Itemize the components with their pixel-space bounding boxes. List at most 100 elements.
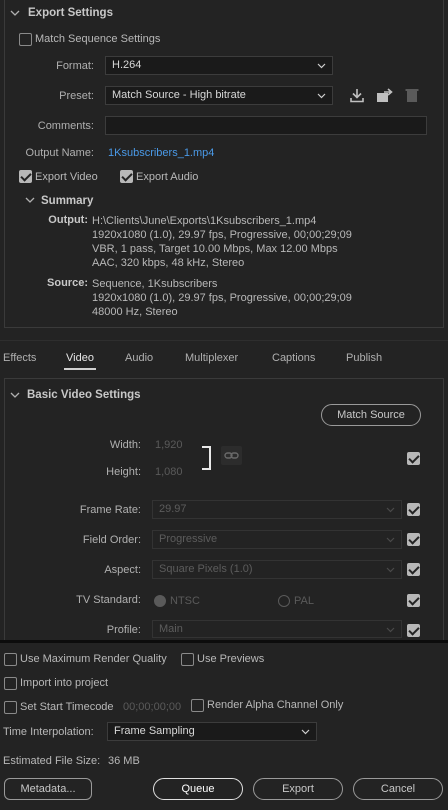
chevron-down-icon[interactable] xyxy=(25,197,35,205)
chevron-down-icon xyxy=(301,729,310,735)
summary-output-line: VBR, 1 pass, Target 10.00 Mbps, Max 12.0… xyxy=(92,243,338,255)
use-previews-label: Use Previews xyxy=(197,653,265,665)
match-sequence-checkbox[interactable] xyxy=(19,33,32,46)
use-previews-checkbox[interactable] xyxy=(181,653,194,666)
tabs-divider xyxy=(0,340,448,341)
tab-audio[interactable]: Audio xyxy=(125,352,153,364)
format-label: Format: xyxy=(56,60,94,72)
time-interpolation-label: Time Interpolation: xyxy=(3,726,94,738)
chevron-down-icon xyxy=(386,537,395,543)
summary-source-lines: Sequence, 1Ksubscribers 1920x1080 (1.0),… xyxy=(92,277,352,319)
delete-preset-icon[interactable] xyxy=(405,88,419,103)
chevron-down-icon xyxy=(386,627,395,633)
tv-standard-label: TV Standard: xyxy=(76,594,141,606)
summary-source-label: Source: xyxy=(47,277,88,289)
output-name-link[interactable]: 1Ksubscribers_1.mp4 xyxy=(108,147,214,159)
pal-radio[interactable] xyxy=(278,595,290,607)
preset-dropdown[interactable]: Match Source - High bitrate xyxy=(105,86,333,105)
tab-multiplexer[interactable]: Multiplexer xyxy=(185,352,238,364)
chevron-down-icon xyxy=(317,63,326,69)
pal-label: PAL xyxy=(294,595,314,607)
profile-label: Profile: xyxy=(106,624,141,636)
height-value[interactable]: 1,080 xyxy=(155,466,183,478)
profile-value: Main xyxy=(159,623,183,635)
export-audio-label: Export Audio xyxy=(136,171,199,183)
max-render-quality-checkbox[interactable] xyxy=(4,653,17,666)
width-value[interactable]: 1,920 xyxy=(155,439,183,451)
field-order-dropdown[interactable]: Progressive xyxy=(152,530,402,549)
frame-rate-value: 29.97 xyxy=(159,503,187,515)
chevron-down-icon[interactable] xyxy=(10,392,20,400)
queue-button[interactable]: Queue xyxy=(153,778,243,800)
estimated-size-label: Estimated File Size: xyxy=(3,755,101,767)
match-sequence-label: Match Sequence Settings xyxy=(35,33,161,45)
aspect-checkbox[interactable] xyxy=(407,563,420,576)
field-order-value: Progressive xyxy=(159,533,218,545)
import-project-label: Import into project xyxy=(20,677,109,689)
summary-source-line: 1920x1080 (1.0), 29.97 fps, Progressive,… xyxy=(92,292,352,304)
ntsc-radio[interactable] xyxy=(154,595,166,607)
summary-title: Summary xyxy=(41,195,94,207)
summary-output-line: H:\Clients\June\Exports\1Ksubscribers_1.… xyxy=(92,215,317,227)
profile-checkbox[interactable] xyxy=(407,624,420,637)
link-icon[interactable] xyxy=(221,446,242,465)
scroll-divider xyxy=(0,640,448,643)
chevron-down-icon xyxy=(386,567,395,573)
summary-output-lines: H:\Clients\June\Exports\1Ksubscribers_1.… xyxy=(92,214,352,270)
height-label: Height: xyxy=(106,466,141,478)
chevron-down-icon xyxy=(386,507,395,513)
width-label: Width: xyxy=(109,439,141,451)
aspect-dropdown[interactable]: Square Pixels (1.0) xyxy=(152,560,402,579)
output-name-label: Output Name: xyxy=(25,147,94,159)
export-button[interactable]: Export xyxy=(253,778,343,800)
comments-label: Comments: xyxy=(37,120,94,132)
chevron-down-icon[interactable] xyxy=(10,10,20,18)
render-alpha-checkbox[interactable] xyxy=(191,699,204,712)
summary-source-line: 48000 Hz, Stereo xyxy=(92,306,178,318)
export-audio-checkbox[interactable] xyxy=(120,170,133,183)
format-value: H.264 xyxy=(112,59,142,71)
save-preset-icon[interactable] xyxy=(376,88,394,103)
import-project-checkbox[interactable] xyxy=(4,677,17,690)
time-interpolation-dropdown[interactable]: Frame Sampling xyxy=(107,722,317,741)
field-order-label: Field Order: xyxy=(82,534,141,546)
aspect-value: Square Pixels (1.0) xyxy=(159,563,253,575)
summary-output-line: AAC, 320 kbps, 48 kHz, Stereo xyxy=(92,257,245,269)
summary-output-label: Output: xyxy=(48,214,88,226)
comments-input[interactable] xyxy=(105,116,427,135)
tab-video[interactable]: Video xyxy=(64,352,96,370)
export-video-checkbox[interactable] xyxy=(19,170,32,183)
tab-publish[interactable]: Publish xyxy=(346,352,382,364)
set-start-timecode-checkbox[interactable] xyxy=(4,701,17,714)
import-preset-icon[interactable] xyxy=(349,88,365,103)
start-timecode-field[interactable]: 00;00;00;00 xyxy=(123,701,181,713)
preset-label: Preset: xyxy=(59,90,94,102)
preset-value: Match Source - High bitrate xyxy=(112,89,246,101)
chevron-down-icon xyxy=(317,93,326,99)
match-source-button[interactable]: Match Source xyxy=(321,404,421,426)
profile-dropdown[interactable]: Main xyxy=(152,620,402,638)
time-interpolation-value: Frame Sampling xyxy=(114,725,195,737)
frame-rate-dropdown[interactable]: 29.97 xyxy=(152,500,402,519)
width-height-checkbox[interactable] xyxy=(407,452,420,465)
metadata-button[interactable]: Metadata... xyxy=(4,778,92,800)
estimated-size-value: 36 MB xyxy=(108,755,140,767)
tab-captions[interactable]: Captions xyxy=(272,352,315,364)
set-start-timecode-label: Set Start Timecode xyxy=(20,701,114,713)
max-render-quality-label: Use Maximum Render Quality xyxy=(20,653,167,665)
render-alpha-label: Render Alpha Channel Only xyxy=(207,699,344,711)
export-video-label: Export Video xyxy=(35,171,98,183)
basic-video-title: Basic Video Settings xyxy=(27,389,141,401)
format-dropdown[interactable]: H.264 xyxy=(105,56,333,75)
summary-source-line: Sequence, 1Ksubscribers xyxy=(92,278,218,290)
export-settings-title: Export Settings xyxy=(28,7,113,19)
tv-standard-checkbox[interactable] xyxy=(407,594,420,607)
dimension-bracket xyxy=(202,446,211,470)
ntsc-label: NTSC xyxy=(170,595,200,607)
frame-rate-checkbox[interactable] xyxy=(407,503,420,516)
tab-effects[interactable]: Effects xyxy=(3,352,36,364)
field-order-checkbox[interactable] xyxy=(407,533,420,546)
cancel-button[interactable]: Cancel xyxy=(353,778,443,800)
summary-output-line: 1920x1080 (1.0), 29.97 fps, Progressive,… xyxy=(92,229,352,241)
aspect-label: Aspect: xyxy=(104,564,141,576)
